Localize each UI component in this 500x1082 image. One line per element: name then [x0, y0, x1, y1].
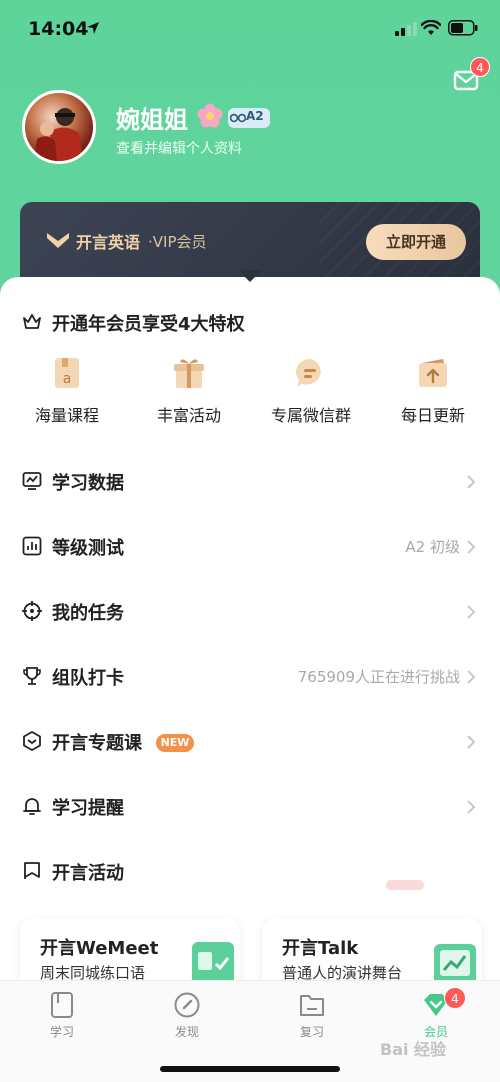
hexagon-icon [23, 731, 41, 751]
menu-item-my-tasks[interactable]: 我的任务 [0, 582, 500, 642]
mail-badge: 4 [470, 57, 490, 77]
menu-item-title: 我的任务 [52, 603, 124, 624]
upload-box-icon [419, 359, 447, 387]
menu-item-study-reminder[interactable]: 学习提醒 [0, 777, 500, 837]
trophy-icon [23, 667, 41, 685]
vip-logo-icon [47, 233, 69, 248]
decorative-smudge [386, 880, 424, 890]
new-badge: NEW [156, 734, 194, 752]
menu-item-title: 组队打卡 [52, 668, 124, 689]
menu-item-title: 开言专题课 [52, 733, 142, 754]
book-icon [51, 992, 73, 1018]
perk-activities[interactable]: 丰富活动 [134, 356, 244, 426]
menu-item-title: 学习数据 [52, 473, 124, 494]
perk-wechat-group[interactable]: 专属微信群 [256, 356, 366, 426]
glasses-icon [230, 113, 246, 123]
menu-item-value: 765909人正在进行挑战 [297, 668, 460, 686]
avatar-photo [33, 108, 83, 161]
promo-title: 开言Talk [282, 938, 359, 959]
chevron-right-icon [467, 475, 476, 489]
folder-icon [300, 995, 324, 1016]
menu-item-level-test[interactable]: 等级测试 A2 初级 [0, 517, 500, 577]
perk-daily-update[interactable]: 每日更新 [378, 356, 488, 426]
promo-title: 开言WeMeet [40, 938, 159, 959]
flag-icon [24, 862, 40, 879]
battery-icon [448, 20, 478, 36]
crown-icon [23, 314, 41, 329]
status-bar: 14:04 [0, 0, 500, 60]
profile-subtitle[interactable]: 查看并编辑个人资料 [116, 138, 242, 158]
menu-item-title: 开言活动 [52, 863, 124, 884]
menu-item-activities[interactable]: 开言活动 [0, 842, 500, 902]
menu-item-value: A2 初级 [405, 538, 460, 556]
target-icon [22, 601, 42, 621]
username[interactable]: 婉姐姐 [116, 100, 188, 135]
vip-brand: 开言英语 [76, 233, 141, 252]
book-a-icon: a [55, 358, 79, 388]
chat-bubble-icon [296, 358, 321, 387]
tab-discover[interactable]: 发现 [147, 991, 227, 1040]
bell-icon [23, 798, 41, 815]
signal-icon [395, 22, 417, 36]
perk-label: 专属微信群 [270, 406, 351, 425]
home-indicator[interactable] [160, 1066, 340, 1072]
menu-item-study-data[interactable]: 学习数据 [0, 452, 500, 512]
tab-membership-badge: 4 [444, 987, 466, 1009]
bar-chart-icon [22, 536, 42, 556]
chevron-right-icon [467, 540, 476, 554]
level-badge: A2 [228, 108, 270, 128]
menu-item-title: 学习提醒 [52, 798, 124, 819]
flower-icon [197, 103, 223, 128]
tab-label: 发现 [174, 1025, 199, 1039]
level-text: A2 [246, 109, 264, 123]
chevron-right-icon [467, 670, 476, 684]
perk-label: 每日更新 [400, 406, 465, 425]
menu-item-title: 等级测试 [52, 538, 124, 559]
perk-courses[interactable]: a 海量课程 [12, 356, 122, 426]
svg-text:a: a [63, 371, 72, 387]
menu-item-topic-course[interactable]: 开言专题课 NEW [0, 712, 500, 772]
perk-label: 丰富活动 [156, 406, 221, 425]
chart-monitor-icon [22, 472, 42, 490]
tab-review[interactable]: 复习 [272, 991, 352, 1040]
compass-icon [174, 992, 200, 1018]
avatar[interactable] [22, 90, 96, 164]
status-time: 14:04 [28, 18, 89, 40]
watermark: Bai 经验 [380, 1040, 447, 1059]
tab-study[interactable]: 学习 [22, 991, 102, 1040]
menu-item-team-checkin[interactable]: 组队打卡 765909人正在进行挑战 [0, 647, 500, 707]
location-arrow-icon [87, 22, 99, 34]
vip-card-pointer [238, 270, 262, 282]
wifi-icon [421, 20, 441, 35]
perk-label: 海量课程 [34, 406, 99, 425]
chevron-right-icon [467, 605, 476, 619]
vip-title: ·VIP会员 [148, 233, 207, 251]
benefits-heading-text: 开通年会员享受4大特权 [52, 314, 245, 335]
chevron-right-icon [467, 735, 476, 749]
gift-icon [174, 359, 204, 388]
open-vip-button[interactable]: 立即开通 [366, 224, 466, 260]
chevron-right-icon [467, 800, 476, 814]
tab-label: 学习 [49, 1025, 74, 1039]
tab-label: 复习 [299, 1025, 324, 1039]
